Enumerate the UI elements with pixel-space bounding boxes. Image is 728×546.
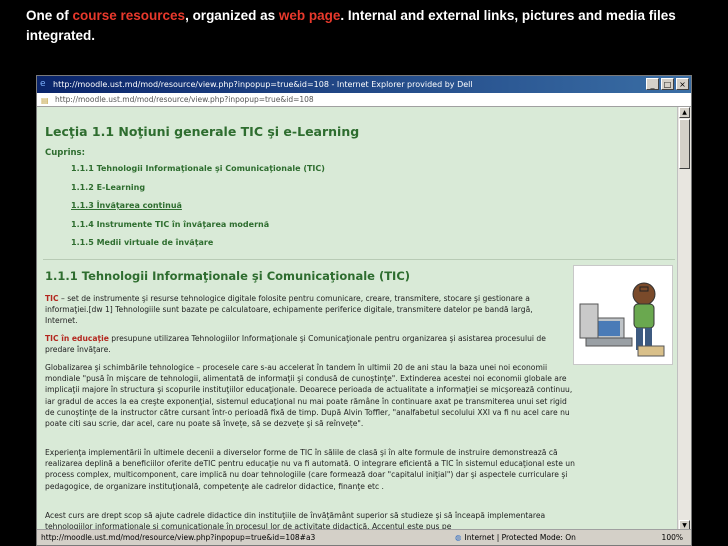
toc-link-instrumente-tic[interactable]: 1.1.4 Instrumente TIC în învăţarea moder… <box>71 219 325 238</box>
caption-text: , organized as <box>185 8 279 23</box>
paragraph-globalization: Globalizarea şi schimbările tehnologice … <box>45 363 573 429</box>
page-icon: ▤ <box>41 96 49 105</box>
scroll-thumb[interactable] <box>679 119 690 169</box>
maximize-button[interactable]: □ <box>661 78 674 90</box>
toc-link-e-learning[interactable]: 1.1.2 E-Learning <box>71 182 325 201</box>
section-divider <box>43 259 675 260</box>
security-zone: ◍ Internet | Protected Mode: On <box>455 530 576 545</box>
keyword-tic-educatie: TIC în educaţie <box>45 334 109 343</box>
table-of-contents: 1.1.1 Tehnologii Informaţionale şi Comun… <box>71 163 325 256</box>
paragraph-tic-education: TIC în educaţie presupune utilizarea Teh… <box>45 333 565 355</box>
toc-link-tic[interactable]: 1.1.1 Tehnologii Informaţionale şi Comun… <box>71 163 325 182</box>
address-url[interactable]: http://moodle.ust.md/mod/resource/view.p… <box>55 95 314 104</box>
page-content: Lecţia 1.1 Noţiuni generale TIC şi e-Lea… <box>37 107 679 531</box>
globe-icon: ◍ <box>455 533 462 542</box>
vertical-scrollbar[interactable]: ▲ ▼ <box>677 107 691 531</box>
window-controls: _ □ × <box>646 78 689 90</box>
window-titlebar[interactable]: e http://moodle.ust.md/mod/resource/view… <box>37 76 691 93</box>
illustration-student-computer <box>573 265 673 365</box>
close-button[interactable]: × <box>676 78 689 90</box>
caption-highlight-course-resources: course resources <box>72 8 186 23</box>
scroll-up-button[interactable]: ▲ <box>679 107 690 118</box>
zoom-level[interactable]: 100% <box>662 530 683 545</box>
internet-explorer-icon: e <box>40 79 46 89</box>
toc-link-invatarea-continua[interactable]: 1.1.3 Învăţarea continuă <box>71 200 325 219</box>
window-title: http://moodle.ust.md/mod/resource/view.p… <box>53 80 473 89</box>
keyword-tic: TIC <box>45 294 59 303</box>
paragraph-experience: Experienţa implementării în ultimele dec… <box>45 448 575 491</box>
section-title: 1.1.1 Tehnologii Informaţionale şi Comun… <box>45 269 411 283</box>
minimize-button[interactable]: _ <box>646 78 659 90</box>
lesson-title: Lecţia 1.1 Noţiuni generale TIC şi e-Lea… <box>45 124 360 139</box>
paragraph-tic-definition: TIC – set de instrumente şi resurse tehn… <box>45 293 565 327</box>
address-bar[interactable]: ▤ http://moodle.ust.md/mod/resource/view… <box>37 93 691 107</box>
slide-caption: One of course resources, organized as we… <box>26 6 706 46</box>
student-computer-icon <box>579 282 665 357</box>
paragraph-text: presupune utilizarea Tehnologiilor Infor… <box>45 334 546 355</box>
status-bar: http://moodle.ust.md/mod/resource/view.p… <box>37 529 691 545</box>
status-zone-text: Internet | Protected Mode: On <box>464 533 576 542</box>
paragraph-course-scope: Acest curs are drept scop să ajute cadre… <box>45 511 546 531</box>
caption-highlight-web-page: web page <box>278 8 341 23</box>
paragraph-text: – set de instrumente şi resurse tehnolog… <box>45 294 533 326</box>
contents-label: Cuprins: <box>45 148 85 158</box>
status-url: http://moodle.ust.md/mod/resource/view.p… <box>41 533 316 542</box>
toc-link-medii-virtuale[interactable]: 1.1.5 Medii virtuale de învăţare <box>71 237 325 256</box>
caption-text: One of <box>26 8 73 23</box>
browser-window: e http://moodle.ust.md/mod/resource/view… <box>36 75 692 546</box>
